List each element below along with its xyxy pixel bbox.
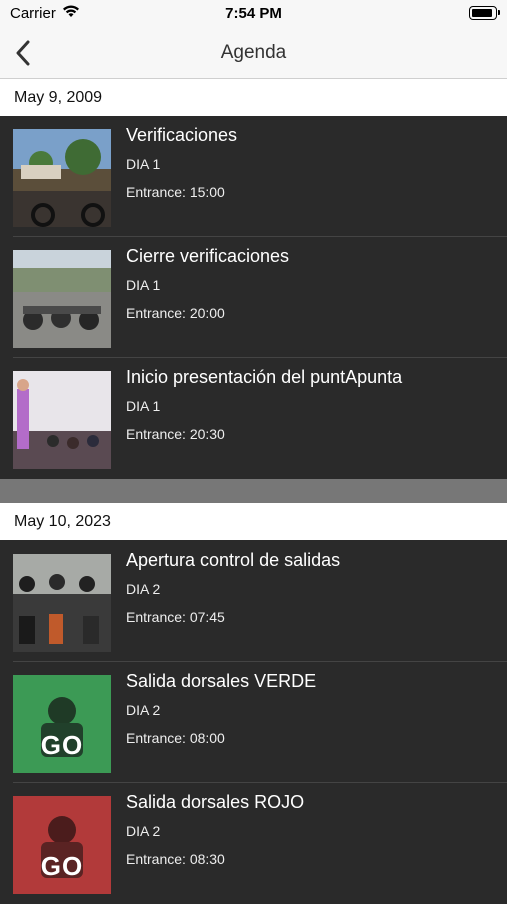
event-entrance: Entrance: 20:00 [126,305,225,321]
list-item[interactable]: GO Salida dorsales ROJO DIA 2 Entrance: … [0,783,507,904]
list-item[interactable]: Cierre verificaciones DIA 1 Entrance: 20… [0,237,507,358]
event-thumbnail [13,371,111,469]
event-day: DIA 1 [126,156,161,172]
event-day: DIA 2 [126,702,161,718]
event-entrance: Entrance: 07:45 [126,609,225,625]
list-item[interactable]: Inicio presentación del puntApunta DIA 1… [0,358,507,479]
event-entrance: Entrance: 08:00 [126,730,225,746]
event-thumbnail: GO [13,796,111,894]
event-thumbnail [13,554,111,652]
event-title: Cierre verificaciones [126,246,290,266]
section-header-date: May 9, 2009 [0,79,507,116]
event-title: Verificaciones [126,125,238,145]
list-item[interactable]: Verificaciones DIA 1 Entrance: 15:00 [0,116,507,237]
battery-icon [469,6,500,20]
section-header-date: May 10, 2023 [0,503,507,540]
go-badge: GO [40,730,84,760]
event-entrance: Entrance: 08:30 [126,851,225,867]
event-day: DIA 2 [126,581,161,597]
event-title: Salida dorsales VERDE [126,671,317,691]
status-time: 7:54 PM [225,5,282,22]
navigation-bar: Agenda [0,28,507,79]
go-badge: GO [40,851,84,881]
event-title: Apertura control de salidas [126,550,341,570]
list-item[interactable]: GO Salida dorsales VERDE DIA 2 Entrance:… [0,662,507,783]
event-thumbnail [13,129,111,227]
page-title: Agenda [220,42,287,63]
status-bar: Carrier 7:54 PM [0,0,507,28]
event-title: Inicio presentación del puntApunta [126,367,403,387]
event-entrance: Entrance: 20:30 [126,426,225,442]
event-entrance: Entrance: 15:00 [126,184,225,200]
section-spacer [0,479,507,503]
event-title: Salida dorsales ROJO [126,792,305,812]
event-day: DIA 1 [126,398,161,414]
event-thumbnail: GO [13,675,111,773]
event-day: DIA 1 [126,277,161,293]
event-day: DIA 2 [126,823,161,839]
event-thumbnail [13,250,111,348]
list-item[interactable]: Apertura control de salidas DIA 2 Entran… [0,541,507,662]
